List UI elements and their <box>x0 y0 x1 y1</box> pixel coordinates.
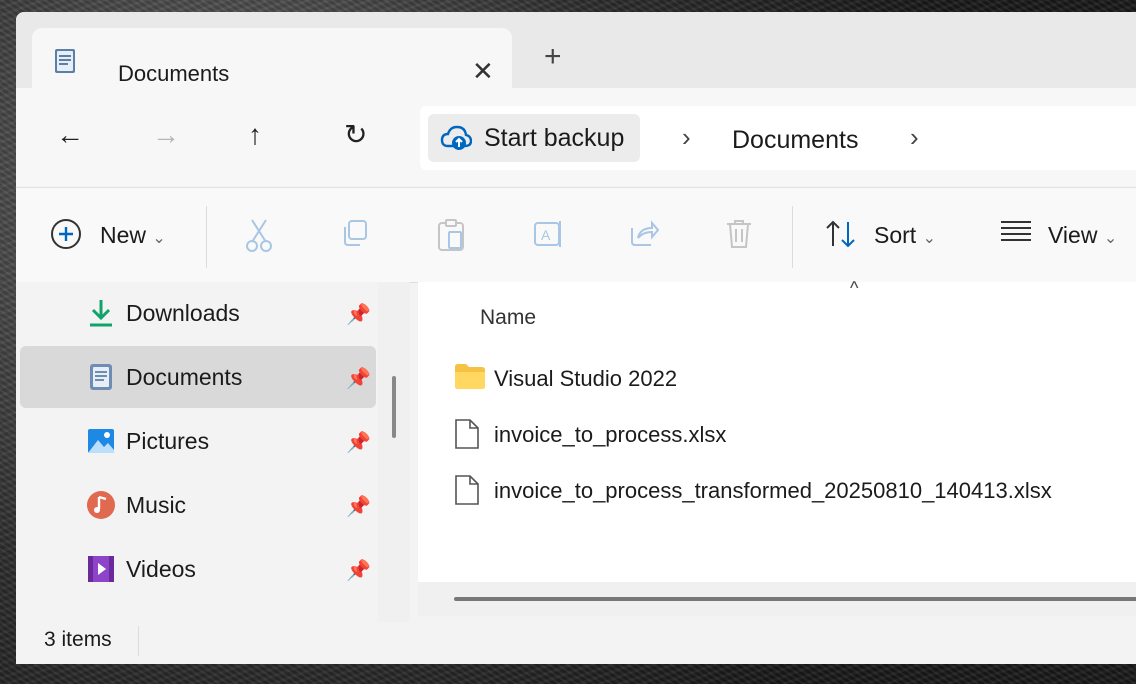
sidebar-item-downloads[interactable]: Downloads 📌 <box>20 282 376 344</box>
pin-icon[interactable]: 📌 <box>346 366 371 391</box>
view-label: View <box>1048 222 1098 248</box>
status-divider <box>138 626 139 656</box>
forward-icon[interactable]: → <box>152 121 180 149</box>
music-icon <box>86 490 116 520</box>
file-name: Visual Studio 2022 <box>494 366 678 391</box>
copy-icon[interactable] <box>340 218 370 253</box>
download-icon <box>86 298 116 328</box>
file-name: invoice_to_process.xlsx <box>494 422 727 447</box>
toolbar-divider <box>206 206 207 268</box>
sort-ascending-icon: ^ <box>850 278 859 298</box>
command-bar: New ⌄ A Sort ⌄ View ⌄ <box>16 187 1136 283</box>
scrollbar-thumb[interactable] <box>454 597 1136 601</box>
cloud-backup-icon <box>440 125 472 150</box>
breadcrumb-chevron-icon[interactable]: › <box>682 122 691 153</box>
pin-icon[interactable]: 📌 <box>346 494 371 519</box>
chevron-down-icon: ⌄ <box>922 230 936 247</box>
pin-icon[interactable]: 📌 <box>346 558 371 583</box>
rename-icon[interactable]: A <box>532 218 564 255</box>
refresh-icon[interactable]: ↻ <box>344 121 367 149</box>
navigation-bar: ← → ↑ ↻ Start backup › Documents › <box>16 88 1136 186</box>
videos-icon <box>86 554 116 584</box>
start-backup-button[interactable]: Start backup <box>428 114 641 162</box>
sidebar-item-label: Pictures <box>126 428 210 454</box>
paste-icon[interactable] <box>436 218 466 257</box>
breadcrumb-documents[interactable]: Documents <box>732 126 858 155</box>
status-bar: 3 items <box>16 622 1136 664</box>
sidebar-item-videos[interactable]: Videos 📌 <box>20 538 376 600</box>
new-button[interactable]: New ⌄ <box>100 222 166 249</box>
svg-text:A: A <box>541 227 551 243</box>
item-count: 3 items <box>44 628 112 651</box>
pin-icon[interactable]: 📌 <box>346 430 371 455</box>
sort-icon <box>824 218 858 255</box>
delete-icon[interactable] <box>724 218 754 255</box>
toolbar-divider <box>792 206 793 268</box>
sidebar-item-pictures[interactable]: Pictures 📌 <box>20 410 376 472</box>
new-label: New <box>100 222 147 248</box>
up-icon[interactable]: ↑ <box>248 121 262 149</box>
tab-documents[interactable]: Documents ✕ <box>32 28 512 90</box>
pane-divider <box>378 282 410 622</box>
file-list: ^ Name Visual Studio 2022 invoice_to_pro… <box>418 278 1136 582</box>
sidebar-scrollbar[interactable] <box>392 376 396 438</box>
documents-icon <box>54 48 76 74</box>
add-circle-icon <box>50 218 82 255</box>
new-tab-button[interactable]: + <box>544 42 562 72</box>
sidebar-item-label: Music <box>126 492 187 518</box>
share-icon[interactable] <box>628 218 660 253</box>
breadcrumb-chevron-icon[interactable]: › <box>910 122 919 153</box>
pictures-icon <box>86 426 116 456</box>
sidebar-item-label: Videos <box>126 556 196 582</box>
address-bar[interactable]: Start backup › Documents › <box>420 106 1136 170</box>
navigation-pane: Downloads 📌 Documents 📌 Pictures 📌 Music… <box>16 282 378 622</box>
chevron-down-icon: ⌄ <box>1103 230 1118 247</box>
horizontal-scrollbar[interactable] <box>418 582 1136 616</box>
start-backup-label: Start backup <box>484 124 625 152</box>
file-icon <box>454 418 480 455</box>
view-lines-icon <box>1000 218 1032 247</box>
view-button[interactable]: View ⌄ <box>1048 222 1117 249</box>
sidebar-item-label: Documents <box>126 364 243 390</box>
sidebar-item-label: Downloads <box>126 300 240 326</box>
column-header-name[interactable]: Name <box>480 306 536 330</box>
chevron-down-icon: ⌄ <box>152 230 166 247</box>
tab-label: Documents <box>118 61 230 86</box>
tab-bar: Documents ✕ + <box>16 12 1136 90</box>
documents-icon <box>86 362 116 392</box>
sidebar-item-documents[interactable]: Documents 📌 <box>20 346 376 408</box>
cut-icon[interactable] <box>244 218 274 257</box>
pin-icon[interactable]: 📌 <box>346 302 371 327</box>
sort-label: Sort <box>874 222 917 248</box>
close-icon[interactable]: ✕ <box>472 58 494 84</box>
sidebar-item-music[interactable]: Music 📌 <box>20 474 376 536</box>
file-icon <box>454 474 480 511</box>
file-explorer-window: Documents ✕ + ← → ↑ ↻ Start backup › Doc… <box>16 12 1136 664</box>
folder-icon <box>454 362 486 395</box>
back-icon[interactable]: ← <box>56 121 84 149</box>
file-name: invoice_to_process_transformed_20250810_… <box>494 478 1052 503</box>
sort-button[interactable]: Sort ⌄ <box>874 222 936 249</box>
